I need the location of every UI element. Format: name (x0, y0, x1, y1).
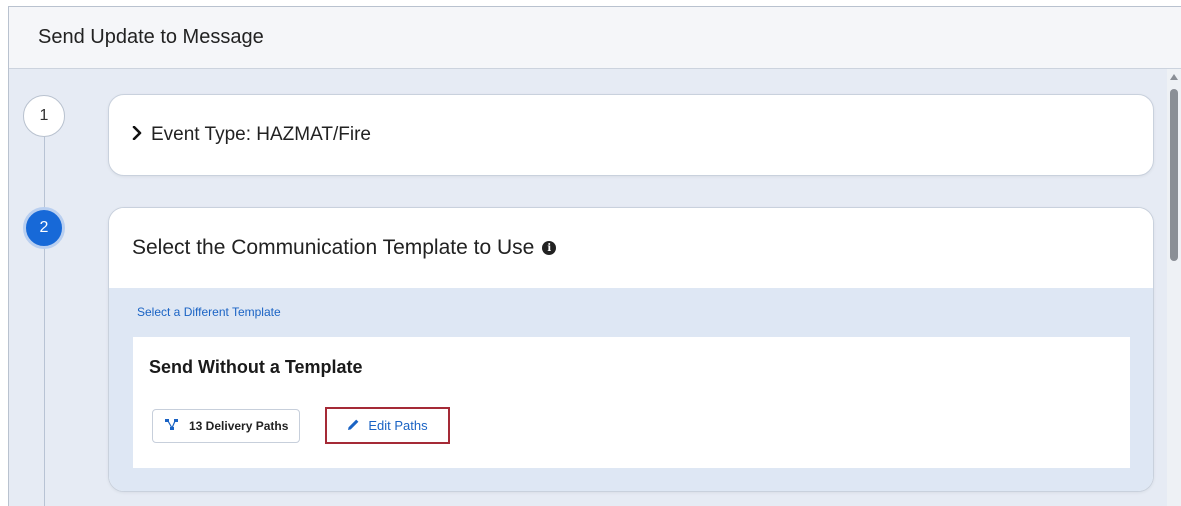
select-different-template-link[interactable]: Select a Different Template (137, 305, 281, 319)
template-card-header: Select the Communication Template to Use… (109, 208, 1153, 288)
selected-template-box: Send Without a Template 13 Delivery Path… (133, 337, 1130, 468)
delivery-paths-badge: 13 Delivery Paths (152, 409, 301, 443)
delivery-paths-label: 13 Delivery Paths (189, 419, 289, 433)
step-connector-line (44, 127, 45, 506)
template-name: Send Without a Template (149, 357, 363, 377)
pencil-icon (347, 418, 368, 434)
step-2-number: 2 (39, 219, 49, 236)
edit-paths-button[interactable]: Edit Paths (325, 407, 450, 444)
scroll-up-arrow-icon[interactable] (1170, 74, 1178, 80)
step-1-indicator: 1 (23, 95, 65, 137)
scroll-thumb[interactable] (1170, 89, 1178, 261)
send-update-dialog: Send Update to Message 1 Event Type: HAZ… (8, 6, 1181, 506)
info-icon[interactable]: i (542, 241, 557, 255)
step-2-indicator: 2 (23, 207, 65, 249)
dialog-title: Send Update to Message (38, 26, 264, 48)
template-panel: Select a Different Template Send Without… (109, 288, 1153, 491)
vertical-scrollbar[interactable] (1167, 69, 1181, 506)
step-1-number: 1 (39, 107, 49, 124)
template-selection-card: Select the Communication Template to Use… (108, 207, 1154, 492)
network-icon (165, 418, 189, 434)
chevron-right-icon (132, 125, 142, 145)
event-type-card[interactable]: Event Type: HAZMAT/Fire (108, 94, 1154, 176)
template-section-title: Select the Communication Template to Use (132, 236, 535, 259)
event-type-label: Event Type: HAZMAT/Fire (151, 124, 371, 145)
edit-paths-label: Edit Paths (368, 418, 428, 433)
dialog-header: Send Update to Message (9, 7, 1181, 69)
